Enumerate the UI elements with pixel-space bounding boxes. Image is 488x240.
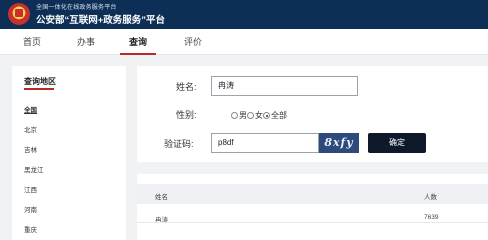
police-emblem-icon: [8, 3, 30, 25]
gender-female-radio[interactable]: [247, 112, 254, 119]
gender-all-label: 全部: [271, 111, 287, 120]
nav-home[interactable]: 首页: [14, 29, 50, 55]
nav-services[interactable]: 办事: [68, 29, 104, 55]
column-header-name: 姓名: [155, 194, 168, 201]
gender-female-label: 女: [255, 111, 263, 120]
gender-male-label: 男: [239, 111, 247, 120]
region-item-national[interactable]: 全国: [24, 104, 37, 114]
region-item-chongqing[interactable]: 重庆: [24, 224, 37, 234]
header-title: 公安部“互联网+政务服务”平台: [36, 15, 166, 26]
name-input[interactable]: 冉涛: [211, 76, 358, 96]
result-count-cell: 7639: [424, 214, 439, 221]
gender-male-radio[interactable]: [231, 112, 238, 119]
gender-radio-group: 男 女 全部: [231, 110, 287, 121]
nav-active-underline: [120, 53, 156, 55]
region-item-jiangxi[interactable]: 江西: [24, 184, 37, 194]
nav-evaluate[interactable]: 评价: [175, 29, 211, 55]
confirm-button[interactable]: 确定: [368, 133, 426, 153]
region-item-heilongjiang[interactable]: 黑龙江: [24, 164, 44, 174]
region-item-jilin[interactable]: 吉林: [24, 144, 37, 154]
region-item-henan[interactable]: 河南: [24, 204, 37, 214]
results-table: 姓名 人数 冉涛 7639: [137, 174, 488, 240]
captcha-image[interactable]: 8xfy: [319, 133, 359, 153]
gender-label: 性别:: [176, 110, 197, 120]
name-label: 姓名:: [176, 82, 197, 92]
region-sidebar: 查询地区 全国 北京 吉林 黑龙江 江西 河南 重庆: [12, 66, 126, 240]
sidebar-title-underline: [24, 88, 54, 90]
header-subtitle: 全国一体化在线政务服务平台: [36, 5, 117, 11]
captcha-input[interactable]: p8df: [211, 133, 319, 153]
top-header: 全国一体化在线政务服务平台 公安部“互联网+政务服务”平台: [0, 0, 488, 29]
nav-query-label: 查询: [128, 37, 147, 47]
captcha-label: 验证码:: [164, 139, 194, 149]
column-header-count: 人数: [424, 194, 437, 201]
gender-all-radio[interactable]: [263, 112, 270, 119]
sidebar-title: 查询地区: [24, 77, 56, 86]
main-nav: 首页 办事 查询 评价: [0, 29, 488, 55]
region-item-beijing[interactable]: 北京: [24, 124, 37, 134]
nav-query[interactable]: 查询: [120, 29, 156, 55]
row-divider: [137, 222, 488, 223]
